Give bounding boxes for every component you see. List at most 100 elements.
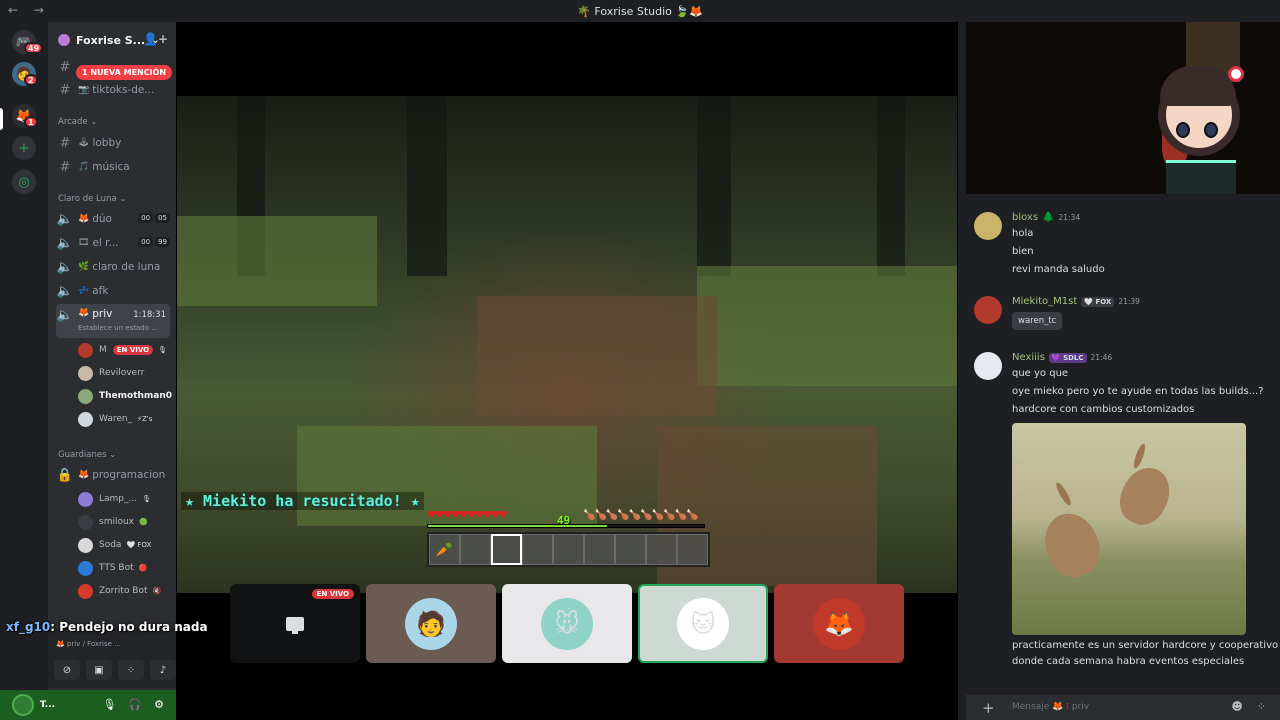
category-guardianes[interactable]: Guardianes ⌄ bbox=[58, 450, 116, 460]
author-tag: 🌲 bbox=[1042, 212, 1055, 223]
avatar[interactable] bbox=[12, 694, 34, 716]
author-tag: 🤍 FOX bbox=[1081, 296, 1115, 307]
message-line: hardcore con cambios customizados bbox=[1012, 404, 1195, 415]
voice-user[interactable]: Waren_ ⚡Z's bbox=[78, 409, 152, 429]
text-chat-panel: bloxs 🌲 21:34 hola bien revi manda salud… bbox=[966, 22, 1280, 720]
apps-icon[interactable]: ⁘ bbox=[1257, 700, 1266, 713]
channel-emoji: 🎵 bbox=[78, 162, 90, 172]
server-header[interactable]: Foxrise S... ⌄ 👤+ bbox=[48, 22, 176, 58]
channel-label: música bbox=[92, 161, 130, 173]
user-name: Zorrito Bot bbox=[99, 586, 148, 596]
author-name[interactable]: Nexiiis bbox=[1012, 352, 1045, 363]
author-name[interactable]: Miekito_M1st bbox=[1012, 296, 1077, 307]
voice-user[interactable]: Lamp_... 🎙 bbox=[78, 489, 151, 509]
title-bar: ← → 🌴 Foxrise Studio 🍃🦊 bbox=[0, 0, 1280, 22]
user-name: Soda bbox=[99, 540, 122, 550]
channel-label: priv bbox=[92, 308, 113, 320]
rabbit-ear bbox=[1053, 480, 1074, 508]
voice-channel-afk[interactable]: 🔈 💤 afk bbox=[56, 280, 170, 302]
user-name[interactable]: T... bbox=[40, 700, 55, 710]
tile-participant-speaking[interactable]: 🐱 bbox=[638, 584, 768, 663]
voice-user[interactable]: Zorrito Bot 🔇 bbox=[78, 581, 161, 601]
category-arcade[interactable]: Arcade ⌄ bbox=[58, 117, 97, 127]
message-image-rabbits[interactable] bbox=[1012, 423, 1246, 635]
voice-user[interactable]: M EN VIVO 🎙 bbox=[78, 340, 167, 360]
channel-emoji: 💤 bbox=[78, 286, 90, 296]
mention-chip[interactable]: waren_tc bbox=[1012, 312, 1063, 330]
invite-icon[interactable]: 👤+ bbox=[143, 32, 168, 46]
avatar[interactable] bbox=[974, 352, 1002, 380]
live-badge: EN VIVO bbox=[311, 589, 354, 599]
rabbit bbox=[1111, 459, 1179, 533]
emoji-icon[interactable]: ☻ bbox=[1231, 700, 1242, 713]
grass-patch bbox=[177, 216, 377, 306]
voice-channel-duo[interactable]: 🔈 🦊 dúo 00 05 bbox=[56, 208, 170, 230]
voice-channel-claro[interactable]: 🔈 🌿 claro de luna bbox=[56, 256, 170, 278]
soundboard-icon[interactable]: ♪ bbox=[150, 660, 176, 680]
channel-label: afk bbox=[92, 285, 109, 297]
voice-channel-programacion[interactable]: 🔒 🦊 programacion bbox=[56, 464, 170, 486]
status-prompt[interactable]: Establece un estado ... bbox=[78, 324, 158, 332]
channel-emoji: 🎞 bbox=[78, 238, 90, 248]
user-tag: 🤍 FOX bbox=[126, 541, 152, 549]
gear-icon[interactable]: ⚙ bbox=[154, 698, 164, 711]
headphones-icon[interactable]: 🎧 bbox=[128, 698, 142, 711]
tile-participant[interactable]: 🐭 bbox=[502, 584, 632, 663]
add-server-icon[interactable]: + bbox=[12, 136, 36, 160]
discover-icon[interactable]: ◎ bbox=[12, 170, 36, 194]
user-name: M bbox=[99, 345, 107, 355]
voice-user[interactable]: Soda 🤍 FOX bbox=[78, 535, 151, 555]
channel-musica[interactable]: # 🎵 música bbox=[56, 156, 170, 178]
message-line: hola bbox=[1012, 228, 1034, 239]
voice-user[interactable]: TTS Bot 🔴 bbox=[78, 558, 147, 578]
xp-fill bbox=[428, 525, 608, 527]
hotbar-slot bbox=[677, 534, 708, 565]
voice-user[interactable]: Reviloverr bbox=[78, 363, 144, 383]
tile-screen-share[interactable]: EN VIVO bbox=[230, 584, 360, 663]
channel-label: el r... bbox=[92, 237, 119, 249]
avatar bbox=[78, 491, 93, 507]
tile-participant[interactable]: 🧑 bbox=[366, 584, 496, 663]
input-tools: ☻ ⁘ bbox=[1231, 700, 1266, 713]
server-icon bbox=[58, 34, 70, 46]
mic-icon: 🎙 bbox=[142, 495, 151, 503]
voice-user[interactable]: Themothman0 bbox=[78, 386, 172, 406]
chat-nick: xf_g10 bbox=[6, 620, 51, 634]
voice-connection-panel: 🦊 priv / Foxrise ... ⊘ ▣ ⁘ ♪ bbox=[48, 628, 176, 688]
hash-icon: # bbox=[59, 159, 71, 175]
screen-share-icon[interactable]: ▣ bbox=[86, 660, 112, 680]
camera-emoji: 📷 bbox=[78, 85, 90, 95]
speaker-icon: 🔈 bbox=[56, 283, 74, 299]
activities-icon[interactable]: ⁘ bbox=[118, 660, 144, 680]
hotbar-slot bbox=[646, 534, 677, 565]
channel-lobby[interactable]: # 🕹 lobby bbox=[56, 132, 170, 154]
voice-channel-priv[interactable]: 🔈 🦊 priv 1:18:31 Establece un estado ... bbox=[56, 304, 170, 338]
camera-off-icon[interactable]: ⊘ bbox=[54, 660, 80, 680]
voice-channel-location[interactable]: 🦊 priv / Foxrise ... bbox=[56, 640, 121, 648]
message-line: que yo que bbox=[1012, 368, 1069, 379]
author-name[interactable]: bloxs bbox=[1012, 212, 1038, 223]
user-name: smiloux bbox=[99, 517, 134, 527]
rabbit-ear bbox=[1131, 442, 1148, 470]
rabbit bbox=[1036, 506, 1108, 584]
channel-label: tiktoks-de... bbox=[92, 84, 155, 96]
user-name: Reviloverr bbox=[99, 368, 145, 378]
tile-participant[interactable]: 🦊 bbox=[774, 584, 904, 663]
mic-icon[interactable]: 🎙 bbox=[102, 698, 116, 711]
category-claro[interactable]: Claro de Luna ⌄ bbox=[58, 194, 126, 204]
plus-icon[interactable]: + bbox=[982, 699, 995, 717]
avatar bbox=[78, 583, 93, 599]
channel-label: claro de luna bbox=[92, 261, 161, 273]
channel-tiktoks[interactable]: # 📷 tiktoks-de... bbox=[56, 79, 170, 101]
voice-user[interactable]: smiloux 🟢 bbox=[78, 512, 148, 532]
new-mention-pill[interactable]: 1 NUEVA MENCIÓN bbox=[76, 65, 173, 80]
tree-trunk bbox=[877, 96, 905, 276]
avatar: 🐱 bbox=[677, 597, 729, 650]
speaker-icon: 🔈 bbox=[56, 308, 74, 323]
voice-channel-elr[interactable]: 🔈 🎞 el r... 00 99 bbox=[56, 232, 170, 254]
message-header: Miekito_M1st 🤍 FOX 21:39 bbox=[1012, 296, 1140, 307]
game-stream-video[interactable]: ★ Miekito ha resucitado! ★ ♥♥♥♥♥♥♥♥♥♥ 🍗🍗… bbox=[177, 96, 957, 593]
message-input[interactable]: Mensaje 🦊 ⁝ priv bbox=[1012, 702, 1089, 712]
avatar[interactable] bbox=[974, 296, 1002, 324]
avatar[interactable] bbox=[974, 212, 1002, 240]
